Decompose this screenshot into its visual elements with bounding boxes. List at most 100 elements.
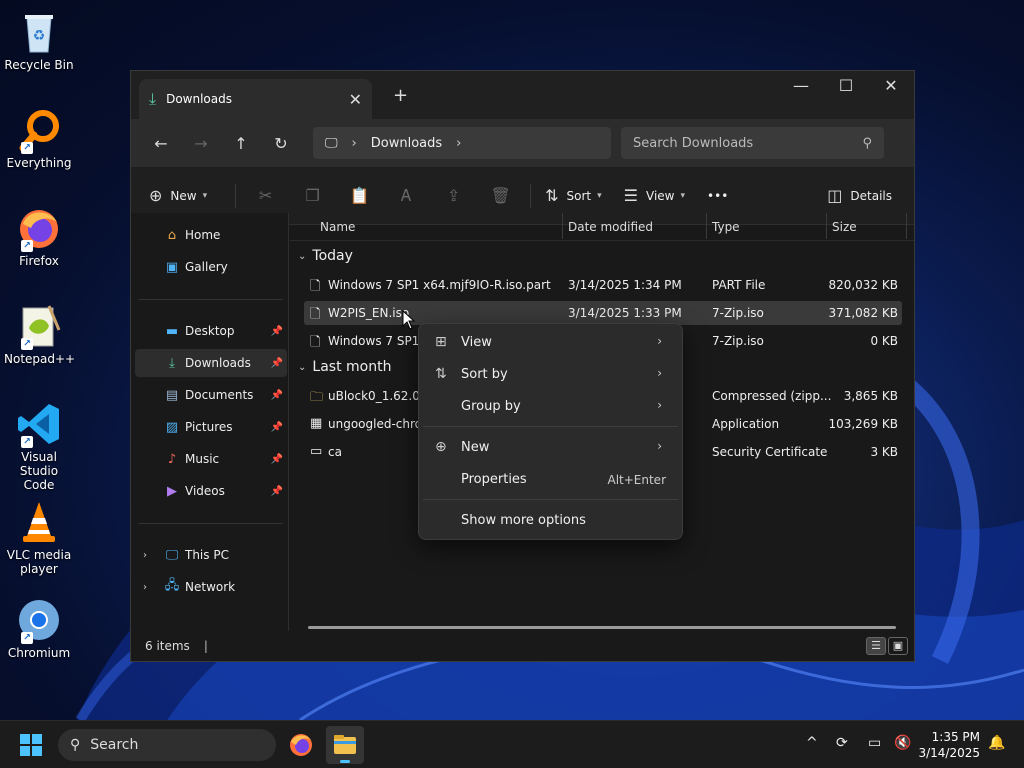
- table-row[interactable]: 🗋 Windows 7 SP1 x64.mjf9IO-R.iso.part 3/…: [304, 273, 902, 297]
- chevron-right-icon[interactable]: ›: [143, 550, 147, 561]
- show-hidden-icons-chevron-icon[interactable]: ^: [806, 735, 818, 751]
- close-window-button[interactable]: ✕: [868, 71, 914, 103]
- sidebar-item-network[interactable]: › 🖧 Network: [135, 573, 287, 601]
- desktop-icon-label: Visual Studio Code: [19, 450, 59, 492]
- forward-button[interactable]: →: [181, 134, 221, 153]
- desktop-icon-firefox[interactable]: ↗ Firefox: [4, 204, 74, 268]
- desktop-icon-label: Notepad++: [4, 352, 76, 366]
- tiles-view-button[interactable]: ▣: [888, 637, 908, 655]
- column-type[interactable]: Type: [712, 220, 740, 234]
- start-button[interactable]: [20, 734, 42, 756]
- new-button[interactable]: ⊕ New ▾: [149, 186, 207, 205]
- column-name[interactable]: Name: [320, 220, 355, 234]
- details-pane-button[interactable]: ◫ Details: [827, 186, 892, 205]
- breadcrumb-downloads[interactable]: Downloads: [371, 136, 442, 151]
- sidebar-item-gallery[interactable]: ▣ Gallery: [135, 253, 287, 281]
- back-button[interactable]: ←: [141, 134, 181, 153]
- new-tab-button[interactable]: +: [393, 85, 408, 106]
- rename-icon[interactable]: Ꭺ: [383, 186, 430, 206]
- cut-icon[interactable]: ✂: [242, 186, 289, 205]
- sort-button-label: Sort: [566, 188, 592, 203]
- desktop-icon-everything[interactable]: ↗ Everything: [4, 106, 74, 170]
- column-divider[interactable]: [906, 213, 907, 239]
- menu-item-sort-by[interactable]: ⇅ Sort by ›: [423, 360, 678, 390]
- sidebar-item-desktop[interactable]: ▬ Desktop 📌: [135, 317, 287, 345]
- address-bar[interactable]: 🖵 › Downloads ›: [313, 127, 611, 159]
- group-header-today[interactable]: ⌄ Today: [298, 248, 353, 264]
- column-date-modified[interactable]: Date modified: [568, 220, 653, 234]
- desktop-icon-chromium[interactable]: ↗ Chromium: [4, 596, 74, 660]
- up-button[interactable]: ↑: [221, 134, 261, 153]
- navigation-bar: ← → ↑ ↻ 🖵 › Downloads › Search Downloads…: [131, 119, 914, 167]
- horizontal-scrollbar[interactable]: [308, 626, 896, 629]
- file-name: ungoogled-chron: [328, 417, 430, 431]
- windows-logo-icon: [20, 746, 30, 756]
- desktop-icon-notepadpp[interactable]: ↗ Notepad++: [4, 302, 76, 366]
- file-date: 3/14/2025 1:33 PM: [568, 306, 682, 320]
- menu-item-show-more-options[interactable]: Show more options: [423, 506, 678, 536]
- more-icon: •••: [707, 188, 729, 203]
- share-icon[interactable]: ⇪: [430, 186, 477, 205]
- firefox-icon: [290, 734, 312, 756]
- chevron-right-icon: ›: [657, 366, 662, 380]
- close-tab-icon[interactable]: ✕: [349, 90, 362, 109]
- file-icon: 🗋: [310, 279, 321, 294]
- delete-icon[interactable]: 🗑: [477, 186, 524, 205]
- details-view-button[interactable]: ☰: [866, 637, 886, 655]
- file-size: 820,032 KB: [828, 278, 898, 292]
- table-row-selected[interactable]: 🗋 W2PIS_EN.iso 3/14/2025 1:33 PM 7-Zip.i…: [304, 301, 902, 325]
- desktop-icon-recycle-bin[interactable]: ♻ Recycle Bin: [4, 8, 74, 72]
- everything-search-icon: ↗: [15, 106, 63, 154]
- sidebar-item-downloads[interactable]: ⤓ Downloads 📌: [135, 349, 287, 377]
- search-icon: ⚲: [862, 135, 872, 151]
- taskbar-file-explorer[interactable]: [326, 726, 364, 764]
- sidebar-item-videos[interactable]: ▶ Videos 📌: [135, 477, 287, 505]
- taskbar-search[interactable]: ⚲ Search: [58, 729, 276, 761]
- tab-downloads[interactable]: ⤓ Downloads ✕: [139, 79, 372, 119]
- search-input[interactable]: Search Downloads ⚲: [621, 127, 884, 159]
- download-icon: ⤓: [149, 89, 157, 108]
- column-divider[interactable]: [826, 213, 827, 239]
- column-size[interactable]: Size: [832, 220, 857, 234]
- column-divider[interactable]: [562, 213, 563, 239]
- copy-icon[interactable]: ❐: [289, 186, 336, 205]
- view-list-icon: ☰: [623, 186, 639, 205]
- tab-bar: ⤓ Downloads ✕ + — ☐ ✕: [131, 71, 914, 119]
- sidebar-item-music[interactable]: ♪ Music 📌: [135, 445, 287, 473]
- sidebar-item-pictures[interactable]: ▨ Pictures 📌: [135, 413, 287, 441]
- view-button-label: View: [646, 188, 675, 203]
- file-name: W2PIS_EN.iso: [328, 306, 410, 320]
- view-button[interactable]: ☰ View ▾: [624, 186, 685, 205]
- refresh-button[interactable]: ↻: [261, 134, 301, 153]
- minimize-button[interactable]: —: [778, 71, 824, 103]
- more-options-button[interactable]: •••: [707, 189, 728, 203]
- sidebar-item-home[interactable]: ⌂ Home: [135, 221, 287, 249]
- clock[interactable]: 1:35 PM 3/14/2025: [918, 729, 980, 761]
- display-icon[interactable]: ▭: [868, 735, 881, 751]
- maximize-button[interactable]: ☐: [823, 71, 869, 103]
- sidebar-divider: [139, 299, 283, 300]
- sidebar-item-label: Gallery: [185, 260, 228, 274]
- volume-muted-icon[interactable]: 🔇: [894, 735, 911, 751]
- sort-button[interactable]: ⇅ Sort ▾: [545, 186, 602, 205]
- menu-item-view[interactable]: ⊞ View ›: [423, 328, 678, 358]
- chevron-right-icon[interactable]: ›: [143, 582, 147, 593]
- windows-logo-icon: [20, 734, 30, 744]
- menu-item-properties[interactable]: Properties Alt+Enter: [423, 465, 678, 495]
- menu-item-group-by[interactable]: Group by ›: [423, 392, 678, 422]
- desktop-icon-vscode[interactable]: ↗ Visual Studio Code: [4, 400, 74, 492]
- sidebar-item-documents[interactable]: ▤ Documents 📌: [135, 381, 287, 409]
- group-header-last-month[interactable]: ⌄ Last month: [298, 359, 391, 375]
- notification-bell-icon[interactable]: 🔔: [988, 735, 1005, 751]
- sort-icon: ⇅: [435, 366, 447, 382]
- paste-icon[interactable]: 📋: [336, 186, 383, 205]
- update-sync-icon[interactable]: ⟳: [836, 735, 848, 751]
- file-type: Security Certificate: [712, 445, 828, 459]
- desktop-icon-vlc[interactable]: VLC media player: [4, 498, 74, 576]
- mouse-pointer-icon: [402, 310, 416, 330]
- column-divider[interactable]: [706, 213, 707, 239]
- pin-icon: 📌: [270, 389, 283, 401]
- sidebar-item-this-pc[interactable]: › 🖵 This PC: [135, 541, 287, 569]
- taskbar-firefox[interactable]: [282, 726, 320, 764]
- menu-item-new[interactable]: ⊕ New ›: [423, 433, 678, 463]
